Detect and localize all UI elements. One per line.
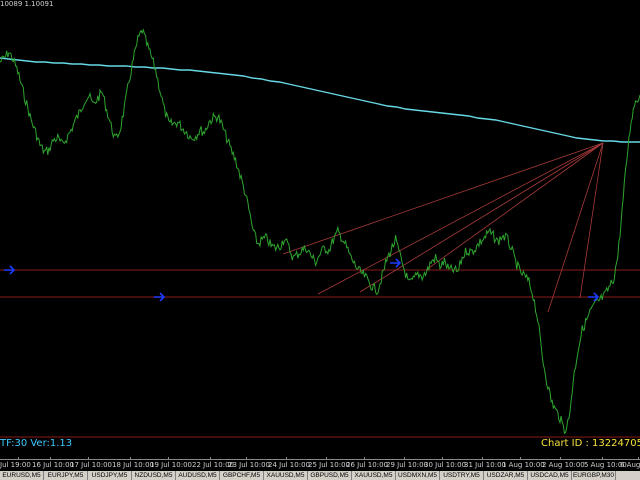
time-tick-label: 29 Jul 10:00 xyxy=(386,461,428,469)
symbol-tab[interactable]: USDTRY,M5 xyxy=(440,471,484,480)
symbol-tab[interactable]: EURGBP,M30 xyxy=(572,471,616,480)
time-tick-label: 19 Jul 10:00 xyxy=(150,461,192,469)
time-tick-mark xyxy=(286,457,287,460)
time-tick-label: Jul 19:00 xyxy=(0,461,31,469)
fan-trend-line[interactable] xyxy=(282,142,604,255)
time-tick-mark xyxy=(50,457,51,460)
time-tick-label: 26 Jul 10:00 xyxy=(346,461,388,469)
time-tick-mark xyxy=(246,457,247,460)
time-tick-mark xyxy=(326,457,327,460)
time-tick-mark xyxy=(130,457,131,460)
timeframe-version-label: TF:30 Ver:1.13 xyxy=(0,438,73,449)
symbol-tab[interactable]: USDCAD,M5 xyxy=(528,471,572,480)
time-tick-mark xyxy=(638,457,639,460)
time-tick-mark xyxy=(442,457,443,460)
price-chart[interactable] xyxy=(0,0,640,459)
time-tick-mark xyxy=(18,457,19,460)
symbol-tab[interactable]: GBPUSD,M5 xyxy=(308,471,352,480)
time-tick-label: 2 Aug 10:00 xyxy=(542,461,585,469)
symbol-tab[interactable]: NZDUSD,M5 xyxy=(132,471,176,480)
symbol-tab[interactable]: XAUUSD,M5 xyxy=(352,471,396,480)
time-tick-label: 30 Jul 10:00 xyxy=(424,461,466,469)
chart-window[interactable]: 10089 1.10091 TF:30 Ver:1.13 Chart ID : … xyxy=(0,0,640,480)
symbol-tab[interactable]: AUDUSD,M5 xyxy=(176,471,220,480)
time-tick-mark xyxy=(88,457,89,460)
fan-trend-line[interactable] xyxy=(579,142,604,299)
moving-average-line xyxy=(0,57,640,143)
symbol-tab[interactable]: USDJPY,M5 xyxy=(88,471,132,480)
time-tick-mark xyxy=(482,457,483,460)
time-tick-label: 24 Jul 10:00 xyxy=(268,461,310,469)
symbol-tab[interactable]: XAUUSD,M5 xyxy=(264,471,308,480)
time-tick-mark xyxy=(210,457,211,460)
time-tick-mark xyxy=(560,457,561,460)
time-tick-label: 18 Jul 10:00 xyxy=(112,461,154,469)
symbol-tab[interactable]: EURUSD,M5 xyxy=(0,471,44,480)
signal-arrow-icon xyxy=(154,292,166,302)
time-tick-label: 25 Jul 10:00 xyxy=(308,461,350,469)
time-tick-label: 16 Jul 10:00 xyxy=(32,461,74,469)
ohlc-readout: 10089 1.10091 xyxy=(0,0,54,8)
time-tick-label: 6 Aug 1 xyxy=(620,461,640,469)
time-tick-mark xyxy=(602,457,603,460)
time-tick-label: 1 Aug 10:00 xyxy=(502,461,545,469)
symbol-tab[interactable]: EURJPY,M5 xyxy=(44,471,88,480)
fan-trend-line[interactable] xyxy=(547,142,604,313)
time-tick-mark xyxy=(404,457,405,460)
symbol-tab[interactable]: USDMXN,M5 xyxy=(396,471,440,480)
chart-id-label: Chart ID : 132247058306 xyxy=(541,438,640,449)
time-tick-label: 31 Jul 10:00 xyxy=(464,461,506,469)
symbol-tab[interactable]: USDZAR,M5 xyxy=(484,471,528,480)
time-tick-mark xyxy=(168,457,169,460)
fan-trend-line[interactable] xyxy=(425,142,604,271)
signal-arrow-icon xyxy=(390,258,402,268)
symbol-tab-bar: EURUSD,M5 EURJPY,M5 USDJPY,M5 NZDUSD,M5 AUDU… xyxy=(0,471,640,480)
symbol-tab[interactable]: GBPCHF,M5 xyxy=(220,471,264,480)
time-tick-label: 23 Jul 10:00 xyxy=(228,461,270,469)
signal-arrow-icon xyxy=(4,265,16,275)
time-tick-mark xyxy=(364,457,365,460)
time-tick-label: 17 Jul 10:00 xyxy=(70,461,112,469)
time-tick-mark xyxy=(520,457,521,460)
